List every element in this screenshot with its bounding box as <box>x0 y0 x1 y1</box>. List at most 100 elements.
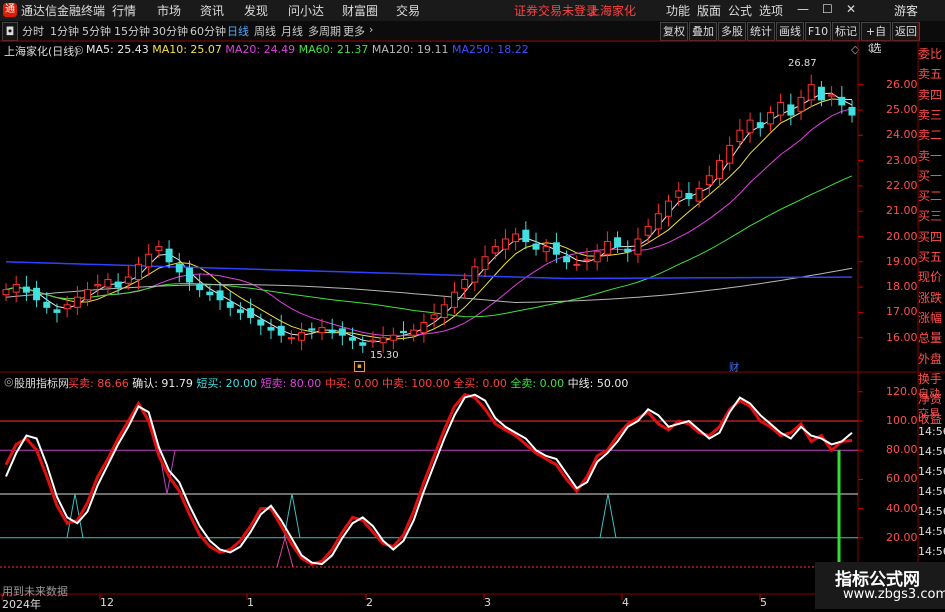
candle-body <box>12 284 20 293</box>
candle-body <box>797 96 805 112</box>
indicator-line <box>5 393 853 566</box>
price-tick-label: 22.00 <box>886 178 918 192</box>
date-tick-label: 2 <box>366 596 373 609</box>
quote-field-label: 买二 <box>918 189 943 204</box>
indicator-value: 中买: 0.00 <box>324 377 383 390</box>
quote-field-label: 涨跌 <box>918 290 943 305</box>
candle-body <box>583 258 591 262</box>
candle-body <box>787 104 795 116</box>
candle-body <box>695 187 703 202</box>
candle-body <box>175 263 183 273</box>
candle-body <box>379 337 387 344</box>
price-tick-label: 26.00 <box>886 77 918 91</box>
candle-body <box>766 112 774 125</box>
candle-body <box>634 238 642 255</box>
candle-body <box>665 200 673 217</box>
signal-spike <box>599 493 617 538</box>
ma-line <box>5 108 853 337</box>
quote-field-label: 卖三 <box>918 107 943 122</box>
chart-canvas <box>0 21 945 609</box>
candle-body <box>124 276 132 284</box>
candle-body <box>726 144 734 164</box>
candle-body <box>410 329 418 336</box>
candle-body <box>501 238 509 250</box>
candle-body <box>135 263 143 281</box>
indicator-value: 短卖: 80.00 <box>260 377 325 390</box>
candle-body <box>287 337 295 340</box>
ma-line <box>5 98 852 340</box>
indicator-name[interactable]: 股朋指标网 <box>14 375 69 391</box>
tick-time: 14:56 <box>918 545 945 558</box>
candle-body <box>257 319 265 326</box>
watermark: 指标公式网 www.zbgs3.com <box>815 562 945 609</box>
candle-body <box>440 304 448 318</box>
candle-body <box>2 289 10 296</box>
quote-field-label: 现价 <box>918 270 943 285</box>
candle-body <box>226 301 234 308</box>
candle-body <box>338 328 346 336</box>
quote-field-label: 外盘 <box>918 351 943 366</box>
tick-time: 14:56 <box>918 425 945 438</box>
date-tick-label: 5 <box>760 596 767 609</box>
candle-body <box>705 175 713 186</box>
candle-body <box>349 337 357 341</box>
indicator-toggle-icon[interactable]: ◎ <box>4 375 14 388</box>
candle-body <box>389 334 397 341</box>
candle-body <box>185 267 193 283</box>
price-tick-label: 16.00 <box>886 330 918 344</box>
date-tick-label: 1 <box>247 596 254 609</box>
candle-body <box>532 243 540 250</box>
indicator-tick-label: 40.00 <box>886 501 918 515</box>
candle-body <box>491 246 499 254</box>
quote-field-label: 买三 <box>918 209 943 224</box>
quote-field-label: 买一 <box>918 168 943 183</box>
price-tick-label: 19.00 <box>886 254 918 268</box>
price-tick-label: 23.00 <box>886 153 918 167</box>
price-tick-label: 21.00 <box>886 204 918 218</box>
indicator-legend: 买卖: 86.66 确认: 91.79 短买: 20.00 短卖: 80.00 … <box>68 375 628 391</box>
candle-body <box>563 256 571 263</box>
candle-body <box>807 84 815 101</box>
quote-field-label: 涨幅 <box>918 310 943 325</box>
candle-body <box>654 213 662 230</box>
candle-body <box>715 160 723 179</box>
candle-body <box>359 342 367 346</box>
candle-body <box>644 225 652 236</box>
candle-body <box>838 96 846 106</box>
finance-marker[interactable]: 财 <box>729 359 739 374</box>
date-tick-label: 3 <box>484 596 491 609</box>
candle-body <box>145 253 153 268</box>
candle-body <box>614 237 622 248</box>
price-tick-label: 18.00 <box>886 280 918 294</box>
candle-body <box>236 309 244 313</box>
candle-body <box>247 308 255 318</box>
indicator-value: 全卖: 0.00 <box>510 377 568 390</box>
candle-body <box>400 330 408 334</box>
candle-body <box>430 314 438 320</box>
tick-time: 14:56 <box>918 445 945 458</box>
candle-body <box>420 322 428 334</box>
quote-field-label: 卖二 <box>918 128 943 143</box>
tick-time: 自动 <box>918 387 940 400</box>
candle-body <box>542 246 550 253</box>
candle-body <box>736 129 744 143</box>
quote-field-label: 卖四 <box>918 87 943 102</box>
event-marker-icon[interactable]: ▪ <box>354 361 365 372</box>
low-price-label: 15.30 <box>370 350 399 361</box>
signal-spike <box>283 493 301 538</box>
candle-body <box>685 192 693 200</box>
ma120-line <box>5 267 853 304</box>
candle-body <box>552 242 560 255</box>
candle-body <box>461 279 469 289</box>
high-price-label: 26.87 <box>788 58 817 69</box>
indicator-value: 确认: 91.79 <box>132 377 197 390</box>
candle-body <box>267 327 275 331</box>
ma-line <box>5 92 853 343</box>
tick-time: 14:56 <box>918 525 945 538</box>
candle-body <box>603 241 611 255</box>
tick-time: 14:56 <box>918 505 945 518</box>
candle-body <box>298 332 306 341</box>
quote-field-label: 总量 <box>918 331 943 346</box>
quote-field-label: 委比 <box>918 47 943 61</box>
candle-body <box>53 309 61 313</box>
